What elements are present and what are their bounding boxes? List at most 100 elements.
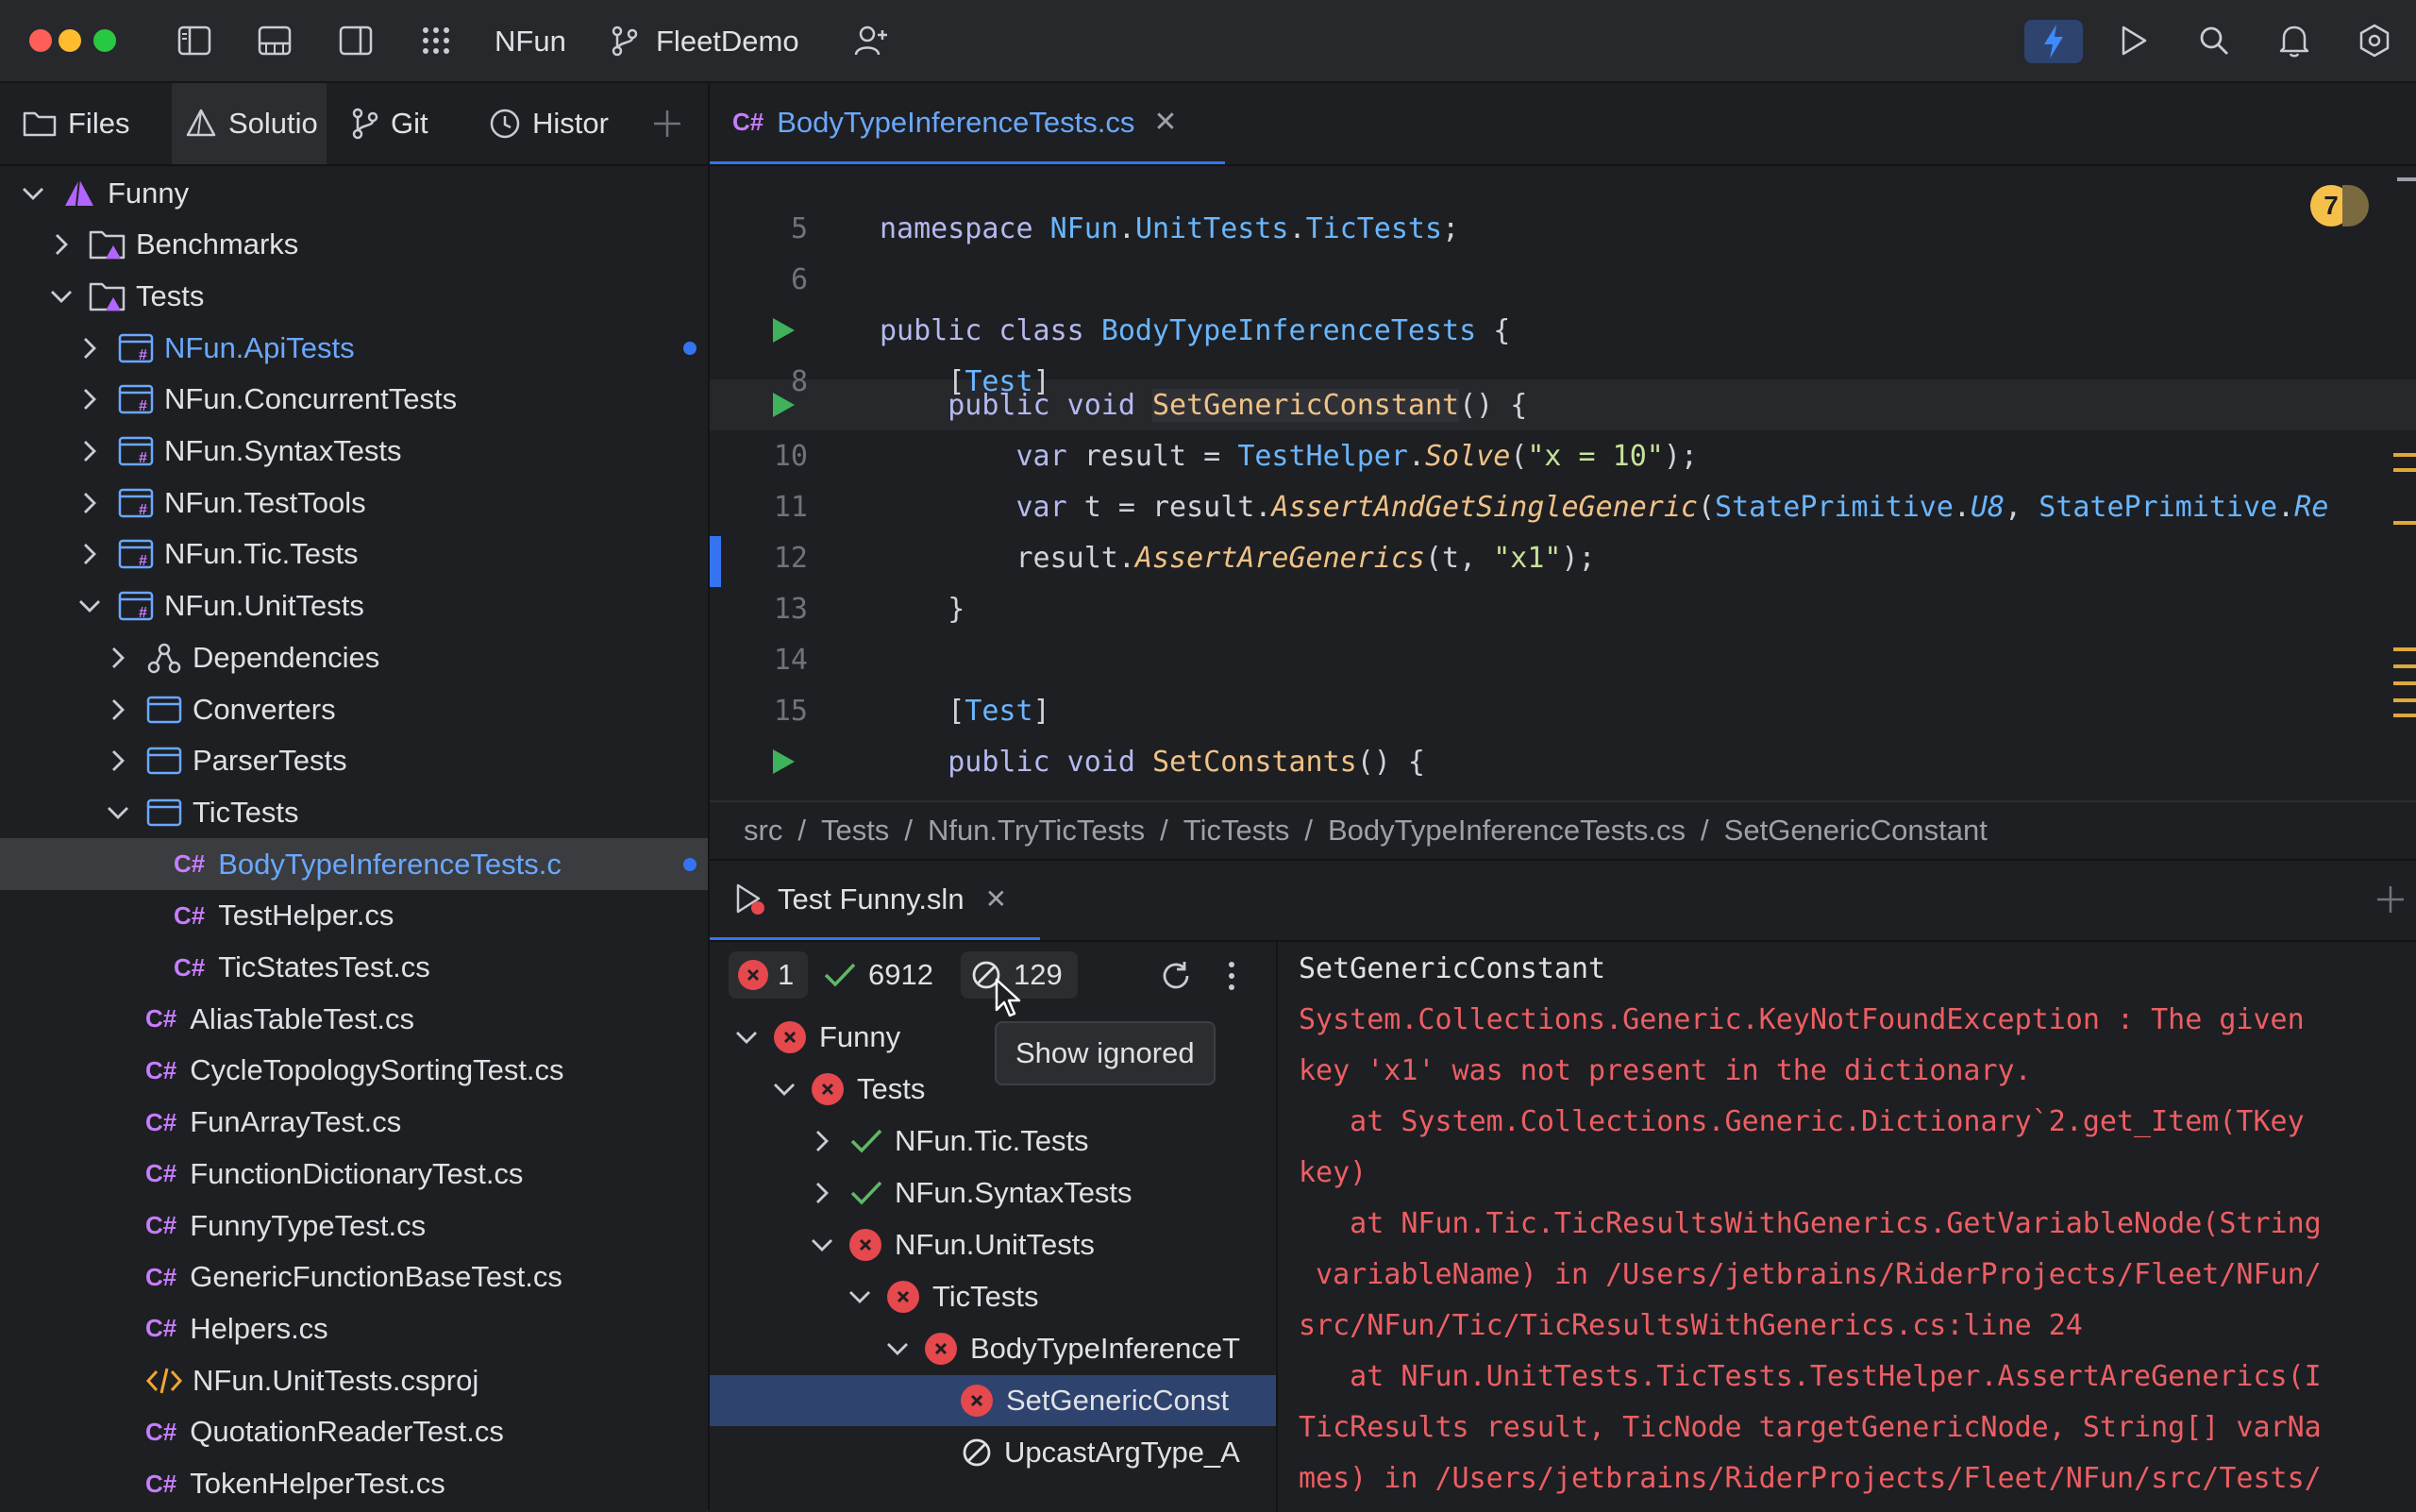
chevron-down-icon[interactable] [810, 1233, 834, 1257]
more-options-icon[interactable] [1217, 959, 1246, 993]
test-tree-item[interactable]: TicTests [710, 1271, 1276, 1322]
error-stripe[interactable] [2393, 174, 2416, 759]
close-tab-icon[interactable]: ✕ [985, 883, 1007, 915]
tree-item[interactable]: C# FunArrayTest.cs [0, 1097, 708, 1149]
chevron-down-icon[interactable] [77, 594, 102, 618]
chevron-right-icon[interactable] [106, 646, 130, 670]
run-icon[interactable] [2113, 21, 2153, 60]
close-window-button[interactable] [29, 29, 52, 52]
toggle-left-panel-icon[interactable] [175, 21, 214, 60]
tree-item[interactable]: TicTests [0, 786, 708, 838]
run-test-gutter-icon[interactable] [770, 748, 797, 783]
tree-item[interactable]: ParserTests [0, 735, 708, 787]
chevron-down-icon[interactable] [21, 181, 45, 206]
chevron-right-icon[interactable] [77, 439, 102, 463]
test-tree-item[interactable]: UpcastArgType_A [710, 1427, 1276, 1478]
chevron-down-icon[interactable] [734, 1025, 759, 1050]
breadcrumb-item[interactable]: src [744, 814, 782, 848]
breadcrumb-item[interactable]: Tests [821, 814, 889, 848]
code-line[interactable]: 15 [Test] [710, 685, 2416, 736]
toggle-right-panel-icon[interactable] [336, 21, 376, 60]
test-output[interactable]: SetGenericConstant System.Collections.Ge… [1299, 944, 2416, 1510]
smart-mode-button[interactable] [2024, 20, 2083, 63]
tree-item[interactable]: Dependencies [0, 631, 708, 683]
tree-item[interactable]: # NFun.TestTools [0, 477, 708, 529]
maximize-window-button[interactable] [93, 29, 116, 52]
close-tab-icon[interactable]: ✕ [1153, 106, 1177, 139]
app-name[interactable]: NFun [495, 25, 566, 59]
toggle-bottom-panel-icon[interactable] [255, 21, 294, 60]
tree-item[interactable]: C# TicStatesTest.cs [0, 942, 708, 994]
breadcrumb-item[interactable]: SetGenericConstant [1724, 814, 1988, 848]
filter-passed-button[interactable]: 6912 [823, 951, 946, 999]
tree-item[interactable]: C# BodyTypeInferenceTests.c [0, 838, 708, 891]
add-tab-icon[interactable] [2374, 883, 2408, 917]
chevron-right-icon[interactable] [810, 1129, 834, 1153]
notifications-bell-icon[interactable] [2274, 21, 2314, 60]
test-tree-item[interactable]: BodyTypeInferenceT [710, 1323, 1276, 1374]
chevron-down-icon[interactable] [772, 1077, 797, 1101]
editor-tab[interactable]: C# BodyTypeInferenceTests.cs ✕ [710, 83, 1225, 164]
code-line[interactable]: 11 var t = result.AssertAndGetSingleGene… [710, 481, 2416, 532]
chevron-down-icon[interactable] [49, 284, 74, 309]
add-collaborator-icon[interactable] [851, 21, 891, 60]
workspace-name[interactable]: FleetDemo [656, 25, 799, 59]
tab-files[interactable]: Files [23, 83, 164, 164]
test-tree-item[interactable]: NFun.UnitTests [710, 1219, 1276, 1270]
code-line[interactable]: 12 result.AssertAreGenerics(t, "x1"); [710, 532, 2416, 583]
tree-item[interactable]: # NFun.ConcurrentTests [0, 374, 708, 426]
tab-git[interactable]: Git [351, 83, 455, 164]
tree-item[interactable]: NFun.UnitTests.csproj [0, 1354, 708, 1406]
chevron-right-icon[interactable] [106, 697, 130, 722]
breadcrumb-item[interactable]: BodyTypeInferenceTests.cs [1328, 814, 1686, 848]
apps-grid-icon[interactable] [416, 21, 456, 60]
test-tree-item[interactable]: SetGenericConst [710, 1375, 1276, 1426]
code-line[interactable]: public void SetGenericConstant() { [710, 379, 2416, 430]
code-line[interactable]: 14 [710, 634, 2416, 685]
tree-item[interactable]: Benchmarks [0, 219, 708, 271]
chevron-right-icon[interactable] [77, 336, 102, 361]
code-line[interactable]: 5 namespace NFun.UnitTests.TicTests; [710, 203, 2416, 254]
tree-item[interactable]: C# Helpers.cs [0, 1302, 708, 1354]
chevron-right-icon[interactable] [810, 1181, 834, 1205]
tree-item[interactable]: Tests [0, 270, 708, 322]
test-tree-item[interactable]: NFun.Tic.Tests [710, 1116, 1276, 1167]
chevron-right-icon[interactable] [106, 748, 130, 773]
rerun-icon[interactable] [1159, 959, 1193, 993]
add-tab-icon[interactable] [651, 108, 683, 140]
splitter[interactable] [1276, 940, 1278, 1512]
breadcrumb-item[interactable]: Nfun.TryTicTests [928, 814, 1145, 848]
tree-item[interactable]: C# CycleTopologySortingTest.cs [0, 1045, 708, 1097]
tab-history[interactable]: Histor [489, 83, 630, 164]
chevron-down-icon[interactable] [106, 800, 130, 825]
filter-failed-button[interactable]: 1 [729, 951, 808, 999]
chevron-down-icon[interactable] [847, 1285, 872, 1309]
breadcrumb-item[interactable]: TicTests [1183, 814, 1290, 848]
tree-item[interactable]: # NFun.UnitTests [0, 580, 708, 632]
tree-item[interactable]: C# AliasTableTest.cs [0, 993, 708, 1045]
run-test-gutter-icon[interactable] [770, 316, 797, 352]
tree-item[interactable]: C# TestHelper.cs [0, 890, 708, 942]
code-line[interactable]: 13 } [710, 583, 2416, 634]
tree-item[interactable]: C# TokenHelperTest.cs [0, 1458, 708, 1510]
chevron-down-icon[interactable] [885, 1336, 910, 1361]
chevron-right-icon[interactable] [77, 387, 102, 412]
chevron-right-icon[interactable] [77, 491, 102, 515]
tree-item[interactable]: C# FunnyTypeTest.cs [0, 1200, 708, 1252]
test-run-tab[interactable]: Test Funny.sln ✕ [710, 861, 1040, 940]
settings-gear-icon[interactable] [2355, 21, 2394, 60]
code-line[interactable]: 6 [710, 254, 2416, 305]
code-line[interactable]: public void SetConstants() { [710, 736, 2416, 787]
minimize-window-button[interactable] [59, 29, 81, 52]
tree-item[interactable]: Funny [0, 167, 708, 219]
code-line[interactable]: public class BodyTypeInferenceTests { [710, 305, 2416, 356]
chevron-right-icon[interactable] [77, 542, 102, 566]
tree-item[interactable]: # NFun.Tic.Tests [0, 529, 708, 580]
tree-item[interactable]: C# GenericFunctionBaseTest.cs [0, 1252, 708, 1303]
tree-item[interactable]: C# FunctionDictionaryTest.cs [0, 1148, 708, 1200]
tab-solution[interactable]: Solutio [185, 83, 327, 164]
tree-item[interactable]: C# QuotationReaderTest.cs [0, 1406, 708, 1458]
code-line[interactable]: 10 var result = TestHelper.Solve("x = 10… [710, 430, 2416, 481]
tree-item[interactable]: # NFun.ApiTests [0, 322, 708, 374]
chevron-right-icon[interactable] [49, 232, 74, 257]
